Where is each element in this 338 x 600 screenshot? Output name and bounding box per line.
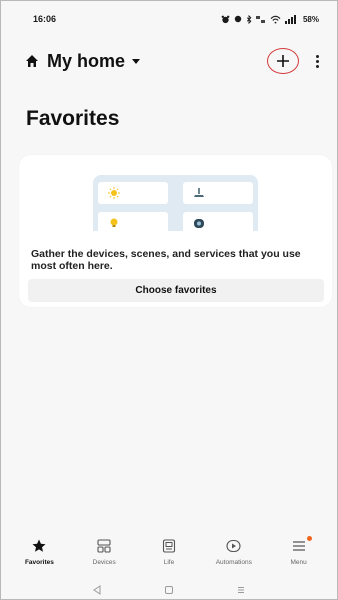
devices-icon (97, 539, 111, 553)
home-icon (26, 55, 38, 67)
illustration-tile (183, 212, 253, 231)
illustration-tile (98, 212, 168, 231)
nav-icon-wrap (292, 537, 306, 555)
data-speed-icon (255, 15, 265, 23)
alarm-icon (221, 15, 230, 23)
bulb-icon (110, 218, 118, 227)
illustration-tile (183, 182, 253, 204)
wifi-icon (270, 15, 281, 24)
record-icon (234, 15, 242, 23)
status-bar: 16:06 58% (1, 1, 337, 37)
sun-icon (108, 187, 120, 199)
home-name: My home (47, 50, 126, 71)
recents-icon[interactable] (236, 585, 246, 595)
plus-icon (277, 55, 289, 67)
star-icon (32, 539, 46, 552)
favorites-empty-card: Gather the devices, scenes, and services… (19, 155, 332, 307)
nav-label: Devices (92, 559, 116, 566)
camera-icon (194, 219, 204, 228)
nav-icon-wrap (162, 537, 176, 555)
battery-percent: 58% (302, 14, 319, 24)
nav-item-favorites[interactable]: Favorites (8, 537, 70, 566)
nav-label: Favorites (24, 559, 54, 566)
add-button[interactable] (267, 48, 299, 74)
choose-favorites-button[interactable]: Choose favorites (28, 279, 324, 302)
back-icon[interactable] (92, 585, 102, 595)
nav-item-automations[interactable]: Automations (203, 537, 265, 566)
nav-item-life[interactable]: Life (138, 537, 200, 566)
favorites-description: Gather the devices, scenes, and services… (31, 248, 301, 272)
bluetooth-icon (246, 14, 252, 24)
more-options-button[interactable] (311, 52, 323, 70)
status-icons: 58% (221, 14, 319, 24)
nav-label: Menu (290, 559, 307, 566)
nav-icon-wrap (32, 537, 46, 555)
status-time: 16:06 (33, 14, 57, 24)
life-icon (162, 539, 176, 553)
page-title: Favorites (26, 107, 120, 130)
nav-label: Life (163, 559, 175, 566)
lamp-icon (194, 188, 204, 197)
nav-item-menu[interactable]: Menu (268, 536, 330, 566)
system-navigation (1, 579, 337, 599)
automations-icon (226, 539, 241, 553)
more-vert-dot (315, 59, 319, 63)
phone-screen: 16:06 58% My home Favorites Gather the d… (0, 0, 338, 600)
menu-icon (292, 541, 305, 551)
more-vert-icon (315, 54, 319, 58)
bottom-navigation: Favorites Devices Life Automations Menu (1, 536, 337, 575)
more-vert-dot (315, 64, 319, 68)
app-header: My home (1, 43, 337, 79)
nav-label: Automations (215, 559, 252, 566)
home-nav-icon[interactable] (164, 585, 174, 595)
nav-icon-wrap (97, 537, 111, 555)
sim-signal-icon (284, 14, 296, 24)
menu-badge-dot (306, 536, 312, 541)
nav-icon-wrap (226, 537, 241, 555)
favorites-illustration (93, 175, 258, 231)
home-selector[interactable]: My home (25, 50, 141, 72)
caret-down-icon (132, 59, 141, 64)
nav-item-devices[interactable]: Devices (73, 537, 135, 566)
illustration-tile (98, 182, 168, 204)
